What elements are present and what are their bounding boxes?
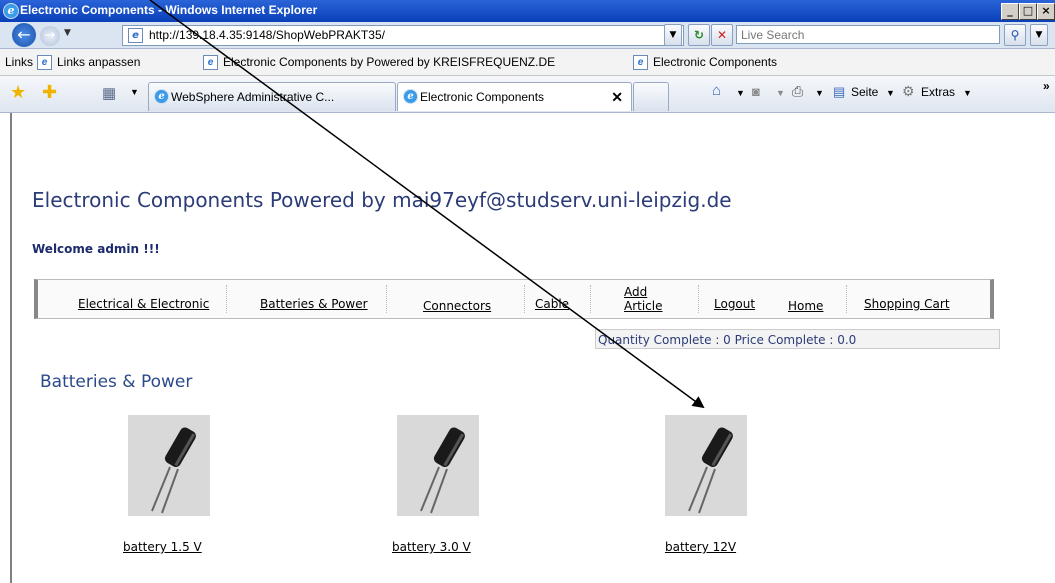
search-input[interactable]: Live Search	[736, 25, 1000, 44]
page-dropdown-icon[interactable]: ▼	[886, 88, 895, 98]
menu-separator	[226, 285, 227, 313]
tools-gear-icon[interactable]: ⚙	[902, 83, 915, 100]
address-url[interactable]: http://139.18.4.35:9148/ShopWebPRAKT35/	[149, 28, 385, 42]
back-arrow-icon[interactable]: ←	[12, 23, 36, 47]
link-page-icon: e	[37, 55, 52, 70]
menu-separator	[590, 285, 591, 313]
product-name[interactable]: battery 1.5 V	[123, 540, 202, 554]
print-dropdown-icon[interactable]: ▼	[815, 88, 824, 98]
address-input[interactable]: e http://139.18.4.35:9148/ShopWebPRAKT35…	[122, 25, 684, 46]
address-dropdown-icon[interactable]: ▼	[664, 24, 682, 46]
link-item[interactable]: Electronic Components	[653, 55, 777, 69]
toolbar-overflow-icon[interactable]: »	[1043, 79, 1050, 93]
menu-batteries-power[interactable]: Batteries & Power	[260, 297, 368, 311]
home-dropdown-icon[interactable]: ▼	[736, 88, 745, 98]
stop-icon[interactable]: ✕	[711, 24, 733, 46]
add-favorites-icon[interactable]: ✚	[42, 82, 57, 103]
tabs-bar: ★ ✚ ▦ ▼ e WebSphere Administrative C... …	[0, 76, 1055, 113]
new-tab-button[interactable]	[633, 82, 669, 111]
tools-dropdown-icon[interactable]: ▼	[963, 88, 972, 98]
feeds-dropdown-icon[interactable]: ▼	[776, 88, 785, 98]
capacitor-image[interactable]	[665, 415, 747, 516]
menu-logout[interactable]: Logout	[714, 297, 755, 311]
close-window-button[interactable]: ×	[1037, 3, 1055, 20]
product-card[interactable]: battery 3.0 V	[392, 415, 479, 554]
menu-cable[interactable]: Cable	[535, 297, 569, 311]
menu-electrical-electronic[interactable]: Electrical & Electronic	[78, 297, 209, 311]
menu-separator	[846, 285, 847, 313]
minimize-button[interactable]: _	[1001, 3, 1019, 20]
tab-close-icon[interactable]: ✕	[611, 89, 623, 106]
refresh-icon[interactable]: ↻	[688, 24, 710, 46]
menu-shopping-cart[interactable]: Shopping Cart	[864, 297, 950, 311]
link-page-icon: e	[203, 55, 218, 70]
capacitor-image[interactable]	[128, 415, 210, 516]
tab-websphere[interactable]: e WebSphere Administrative C...	[148, 82, 396, 111]
address-toolbar: ← → ▼ e http://139.18.4.35:9148/ShopWebP…	[0, 22, 1055, 49]
maximize-button[interactable]: □	[1019, 3, 1037, 20]
capacitor-image[interactable]	[397, 415, 479, 516]
link-item[interactable]: Electronic Components by Powered by KREI…	[223, 55, 555, 69]
forward-arrow-icon[interactable]: →	[40, 26, 60, 46]
menu-separator	[698, 285, 699, 313]
search-icon[interactable]: ⚲	[1004, 24, 1026, 46]
window-title-bar: e Electronic Components - Windows Intern…	[0, 0, 1055, 22]
main-menu: Electrical & Electronic Batteries & Powe…	[34, 279, 994, 319]
menu-connectors[interactable]: Connectors	[423, 299, 491, 313]
ie-logo-icon: e	[154, 89, 169, 104]
window-title: Electronic Components - Windows Internet…	[20, 3, 318, 17]
product-name[interactable]: battery 3.0 V	[392, 540, 471, 554]
links-label: Links	[5, 55, 34, 69]
menu-separator	[524, 285, 525, 313]
link-item[interactable]: Links anpassen	[57, 55, 140, 69]
tools-menu-button[interactable]: Extras	[921, 85, 955, 99]
home-icon[interactable]: ⌂	[712, 82, 721, 99]
product-name[interactable]: battery 12V	[665, 540, 736, 554]
menu-home[interactable]: Home	[788, 299, 823, 313]
tab-electronic-components[interactable]: e Electronic Components ✕	[397, 82, 632, 111]
feeds-icon[interactable]: ◙	[752, 84, 760, 99]
tab-label: WebSphere Administrative C...	[171, 90, 335, 104]
menu-add-article[interactable]: Add Article	[624, 285, 664, 313]
tab-list-icon[interactable]: ▼	[130, 87, 139, 97]
link-page-icon: e	[633, 55, 648, 70]
page-icon: e	[128, 28, 143, 43]
ie-logo-icon: e	[3, 3, 19, 19]
product-card[interactable]: battery 12V	[665, 415, 747, 554]
history-dropdown-icon[interactable]: ▼	[64, 28, 71, 38]
favorites-star-icon[interactable]: ★	[10, 82, 26, 103]
search-options-icon[interactable]: ▼	[1030, 24, 1048, 46]
links-bar: Links e Links anpassen e Electronic Comp…	[0, 49, 1055, 76]
product-card[interactable]: battery 1.5 V	[123, 415, 210, 554]
menu-separator	[386, 285, 387, 313]
tab-label: Electronic Components	[420, 90, 545, 104]
page-menu-icon[interactable]: ▤	[833, 84, 845, 100]
ie-logo-icon: e	[403, 89, 418, 104]
print-icon[interactable]: ⎙	[792, 83, 803, 100]
page-menu-button[interactable]: Seite	[851, 85, 878, 99]
quick-tabs-icon[interactable]: ▦	[102, 84, 116, 102]
